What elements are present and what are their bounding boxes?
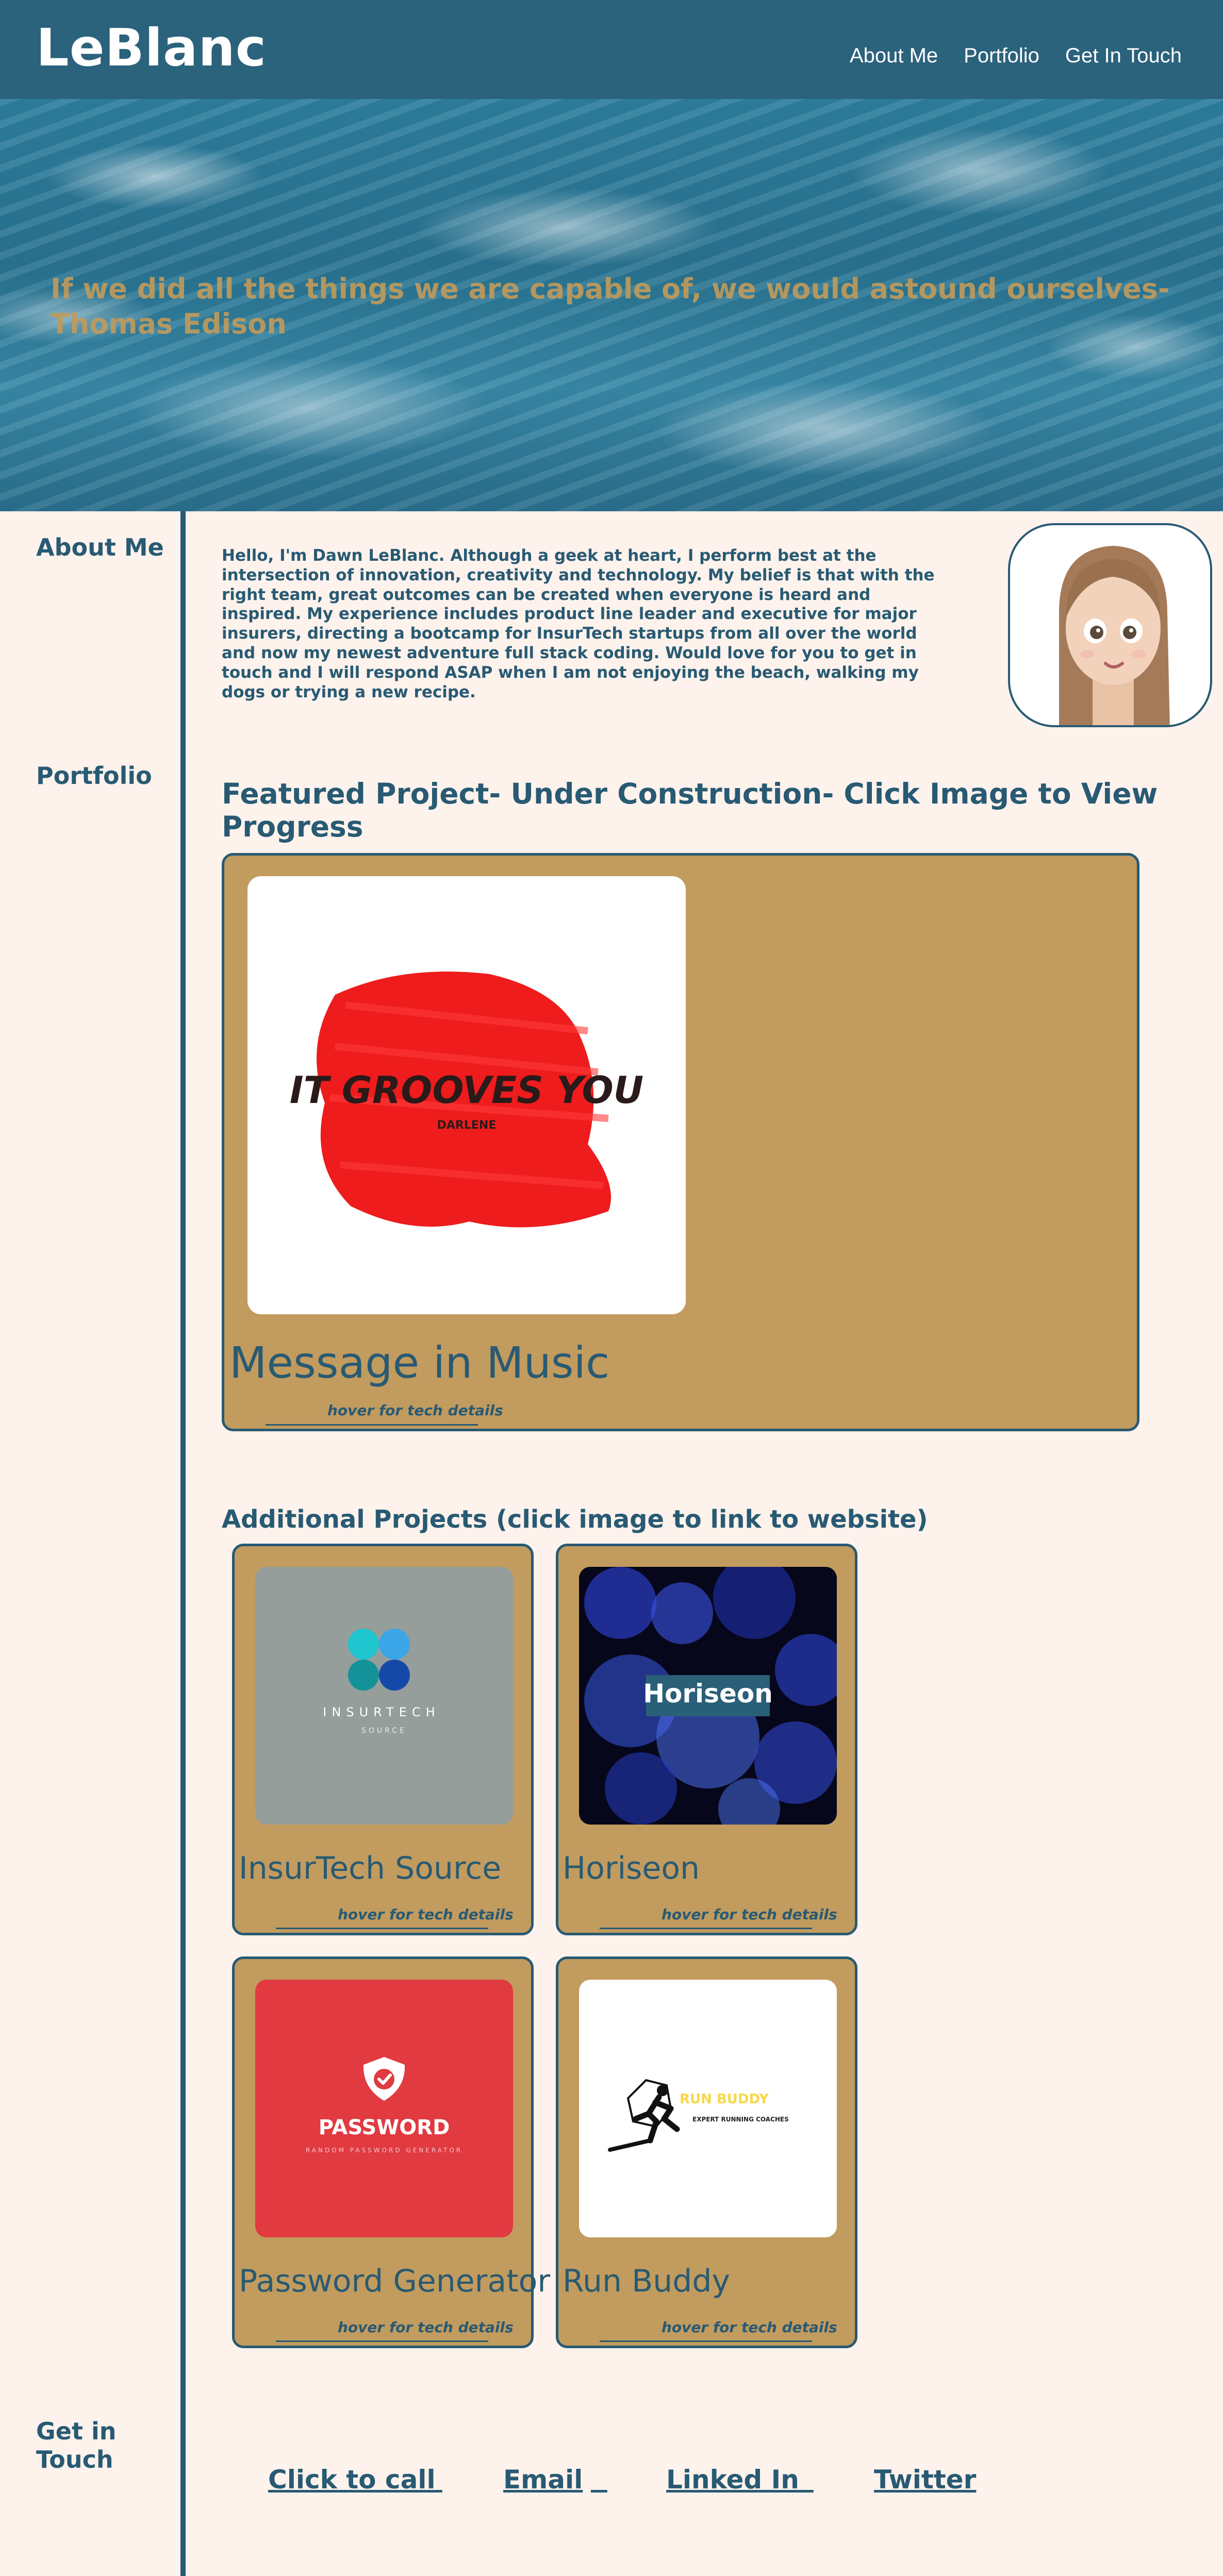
avatar [1008, 523, 1212, 727]
tech-details-underline [600, 2340, 812, 2342]
about-me-text: Hello, I'm Dawn LeBlanc. Although a geek… [222, 546, 935, 701]
nav-get-in-touch[interactable]: Get In Touch [1065, 44, 1182, 68]
section-divider [180, 511, 186, 2576]
svg-text:RUN BUDDY: RUN BUDDY [680, 2092, 769, 2107]
tech-details-underline [600, 1928, 812, 1929]
featured-project-image[interactable]: IT GROOVES YOU DARLENE [247, 876, 686, 1314]
featured-project-heading: Featured Project- Under Construction- Cl… [222, 777, 1158, 843]
nav-portfolio[interactable]: Portfolio [964, 44, 1039, 68]
linkedin-link[interactable]: Linked In [666, 2465, 799, 2495]
run-buddy-logo: RUN BUDDY EXPERT RUNNING COACHES [608, 2079, 789, 2152]
hero-banner: If we did all the things we are capable … [0, 99, 1223, 511]
tech-details-link[interactable]: hover for tech details [338, 2319, 514, 2337]
project-card-insurtech: INSURTECH SOURCE InsurTech Source hover … [232, 1544, 534, 1935]
portfolio-heading: Portfolio [36, 762, 152, 790]
featured-project-title[interactable]: Message in Music [229, 1337, 609, 1388]
horiseon-image[interactable]: Horiseon [579, 1567, 837, 1825]
link-spacer [591, 2465, 607, 2495]
click-to-call-link[interactable]: Click to call [268, 2465, 436, 2495]
tech-details-link[interactable]: hover for tech details [338, 1906, 514, 1924]
password-logo: PASSWORD RANDOM PASSWORD GENERATOR [306, 2057, 462, 2154]
featured-project-card: IT GROOVES YOU DARLENE Message in Music … [222, 853, 1139, 1431]
featured-tech-details[interactable]: hover for tech details [327, 1402, 503, 1420]
it-grooves-you-logo: IT GROOVES YOU DARLENE [290, 972, 643, 1228]
additional-projects-heading: Additional Projects (click image to link… [222, 1505, 928, 1534]
tech-details-underline [276, 2340, 488, 2342]
svg-text:EXPERT RUNNING COACHES: EXPERT RUNNING COACHES [692, 2116, 789, 2123]
get-in-touch-heading: Get in Touch [36, 2417, 117, 2474]
svg-text:IT GROOVES YOU: IT GROOVES YOU [290, 1068, 643, 1112]
project-card-password-generator: PASSWORD RANDOM PASSWORD GENERATOR Passw… [232, 1956, 550, 2348]
svg-text:DARLENE: DARLENE [437, 1119, 497, 1132]
email-link[interactable]: Email [503, 2465, 583, 2495]
project-card-horiseon: Horiseon Horiseon hover for tech details [556, 1544, 857, 1935]
project-card-run-buddy: RUN BUDDY EXPERT RUNNING COACHES Run Bud… [556, 1956, 857, 2348]
hero-quote: If we did all the things we are capable … [51, 273, 1170, 340]
project-title[interactable]: InsurTech Source [239, 1850, 501, 1886]
nav-about-me[interactable]: About Me [850, 44, 938, 68]
tech-details-link[interactable]: hover for tech details [662, 1906, 837, 1924]
link-spacer [426, 2465, 442, 2495]
main-nav: About Me Portfolio Get In Touch [850, 44, 1182, 68]
svg-text:RANDOM PASSWORD GENERATOR: RANDOM PASSWORD GENERATOR [306, 2147, 462, 2154]
password-generator-image[interactable]: PASSWORD RANDOM PASSWORD GENERATOR [255, 1980, 513, 2237]
twitter-link[interactable]: Twitter [874, 2465, 976, 2495]
tech-details-link[interactable]: hover for tech details [662, 2319, 837, 2337]
svg-text:INSURTECH: INSURTECH [323, 1705, 440, 1719]
svg-text:SOURCE: SOURCE [361, 1727, 407, 1735]
svg-text:Horiseon: Horiseon [643, 1679, 773, 1709]
svg-text:PASSWORD: PASSWORD [319, 2116, 450, 2139]
site-header: LeBlanc About Me Portfolio Get In Touch [0, 0, 1223, 99]
project-title[interactable]: Horiseon [563, 1850, 700, 1886]
project-title[interactable]: Run Buddy [563, 2263, 730, 2299]
tech-details-underline [266, 1424, 478, 1426]
tech-details-underline [276, 1928, 488, 1929]
about-me-heading: About Me [36, 533, 164, 561]
link-spacer [797, 2465, 814, 2495]
project-title[interactable]: Password Generator [239, 2263, 550, 2299]
insurtech-image[interactable]: INSURTECH SOURCE [255, 1567, 513, 1825]
insurtech-logo: INSURTECH SOURCE [323, 1629, 440, 1735]
brand-logo[interactable]: LeBlanc [36, 18, 267, 78]
horiseon-logo: Horiseon [584, 1567, 837, 1825]
avatar-illustration [1059, 546, 1170, 725]
run-buddy-image[interactable]: RUN BUDDY EXPERT RUNNING COACHES [579, 1980, 837, 2237]
